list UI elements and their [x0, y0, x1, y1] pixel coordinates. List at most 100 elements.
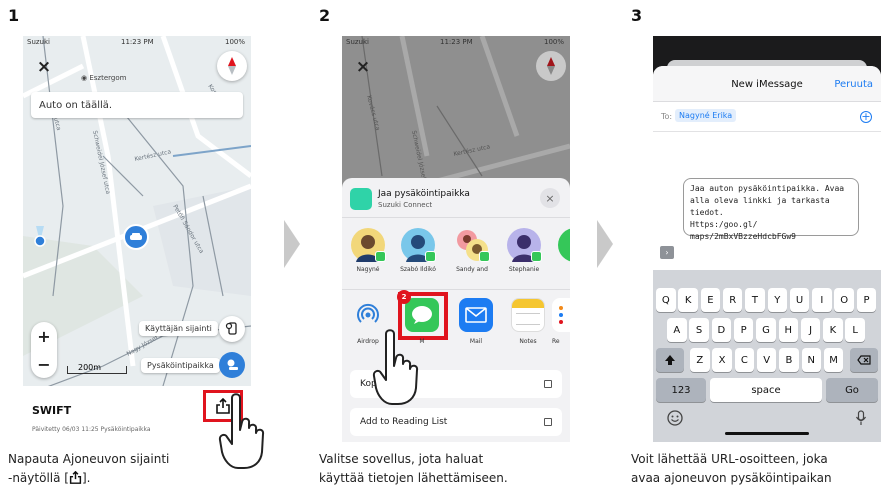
messages-badge-icon: [425, 251, 436, 262]
contact-name: Sandy and: [456, 266, 488, 273]
carrier-label: Suzuki: [27, 38, 50, 46]
numbers-key[interactable]: 123: [656, 378, 706, 402]
close-icon[interactable]: ×: [31, 54, 57, 80]
contact-sandy[interactable]: Sandy and: [452, 228, 492, 273]
message-line: alla oleva linkki ja tarkasta tiedot.: [690, 196, 830, 217]
place-label: Esztergom: [89, 74, 127, 82]
add-to-reading-list-action[interactable]: Add to Reading List: [350, 408, 562, 436]
key-m[interactable]: M: [823, 348, 844, 372]
update-timestamp: Päivitetty 06/03 11:25 Pysäköintipaikka: [32, 426, 151, 433]
message-line: Https:/goo.gl/: [690, 220, 758, 229]
key-v[interactable]: V: [756, 348, 777, 372]
key-b[interactable]: B: [779, 348, 799, 372]
key-s[interactable]: S: [689, 318, 709, 342]
clock: 11:23 PM: [121, 38, 154, 46]
key-z[interactable]: Z: [690, 348, 710, 372]
contact-name: Stephanie: [508, 266, 540, 273]
key-j[interactable]: J: [800, 318, 821, 342]
key-k[interactable]: K: [823, 318, 843, 342]
contact-nagyne[interactable]: Nagyné: [348, 228, 388, 273]
contact-szabo-ildiko[interactable]: Szabó Ildikó: [398, 228, 438, 273]
map-scale: 200m: [67, 363, 127, 374]
key-p[interactable]: P: [733, 318, 754, 342]
step-3-caption: Voit lähettää URL-osoitteen, joka avaa a…: [631, 450, 832, 488]
key-k[interactable]: K: [678, 288, 698, 312]
parking-location-label[interactable]: Pysäköintipaikka: [141, 358, 220, 373]
key-l[interactable]: L: [845, 318, 865, 342]
key-o[interactable]: O: [834, 288, 854, 312]
car-location-icon: [227, 359, 238, 370]
contact-partial[interactable]: [558, 228, 570, 262]
key-p[interactable]: P: [856, 288, 877, 312]
zoom-out-button[interactable]: −: [31, 350, 57, 378]
recipient-row[interactable]: To: Nagyné Erika +: [653, 102, 881, 132]
key-a[interactable]: A: [667, 318, 687, 342]
caption-line: avaa ajoneuvon pysäköintipaikan: [631, 471, 832, 485]
chevron-right-icon: [284, 220, 300, 268]
add-contact-icon[interactable]: +: [860, 111, 872, 123]
app-mail[interactable]: Mail: [456, 298, 496, 345]
message-line: maps/2mBxVBzzeHdcbFGw9: [690, 232, 796, 241]
caption-text: -näytöllä [: [8, 471, 69, 485]
keyboard: QKERTYUIOP ASDPGHJKL ZXCVBNM 123 space G…: [653, 270, 881, 442]
step-number-1: 1: [8, 6, 20, 25]
key-e[interactable]: E: [700, 288, 721, 312]
key-g[interactable]: G: [756, 318, 776, 342]
backspace-key[interactable]: [850, 348, 878, 372]
user-location-label[interactable]: Käyttäjän sijainti: [139, 321, 218, 336]
parking-location-button[interactable]: [219, 352, 245, 378]
zoom-in-button[interactable]: +: [31, 322, 57, 350]
compass-icon[interactable]: [217, 51, 247, 81]
close-icon[interactable]: ×: [540, 188, 560, 208]
key-d[interactable]: D: [711, 318, 732, 342]
contact-stephanie[interactable]: Stephanie: [504, 228, 544, 273]
key-r[interactable]: R: [722, 288, 743, 312]
cancel-button[interactable]: Peruuta: [834, 79, 873, 90]
location-banner: Auto on täällä.: [31, 92, 243, 118]
user-location-icon: [33, 226, 47, 252]
key-q[interactable]: Q: [656, 288, 676, 312]
car-pin-icon[interactable]: [123, 224, 149, 250]
tap-hand-icon: [372, 329, 419, 405]
share-title: Jaa pysäköintipaikka: [378, 189, 470, 199]
shift-key[interactable]: [656, 348, 684, 372]
space-key[interactable]: space: [710, 378, 822, 402]
app-notes[interactable]: Notes: [508, 298, 548, 345]
key-i[interactable]: I: [812, 288, 832, 312]
phone-location-icon: [225, 322, 237, 335]
contact-name: Szabó Ildikó: [400, 266, 436, 273]
key-n[interactable]: N: [801, 348, 822, 372]
emoji-icon[interactable]: [667, 410, 683, 430]
app-name: Re: [552, 338, 560, 345]
close-icon: ×: [355, 57, 371, 77]
microphone-icon[interactable]: [855, 410, 867, 430]
message-bubble-icon: [412, 306, 432, 324]
copy-icon: [544, 380, 552, 388]
reminders-icon: [552, 298, 570, 332]
step-number-3: 3: [631, 6, 643, 25]
status-bar: Suzuki 11:23 PM 100%: [342, 36, 570, 48]
caption-line: käyttää tietojen lähettämiseen.: [319, 471, 508, 485]
zoom-control: + −: [31, 322, 57, 378]
key-u[interactable]: U: [789, 288, 810, 312]
carrier-label: Suzuki: [346, 38, 369, 46]
key-t[interactable]: T: [745, 288, 765, 312]
caption-line: Voit lähettää URL-osoitteen, joka: [631, 452, 828, 466]
my-location-button[interactable]: [219, 316, 245, 342]
vehicle-panel: SWIFT Päivitetty 06/03 11:25 Pysäköintip…: [23, 386, 251, 442]
chevron-right-icon: [597, 220, 613, 268]
go-key[interactable]: Go: [826, 378, 878, 402]
notification-badge: 2: [397, 290, 411, 304]
action-label: Add to Reading List: [360, 417, 448, 427]
key-h[interactable]: H: [778, 318, 799, 342]
message-text-field[interactable]: Jaa auton pysäköintipaikka. Avaa alla ol…: [683, 178, 859, 241]
app-name: Mail: [469, 338, 483, 345]
key-c[interactable]: C: [734, 348, 755, 372]
notes-icon: [511, 298, 545, 332]
app-drawer-toggle-icon[interactable]: ›: [660, 246, 674, 259]
step-1-caption: Napauta Ajoneuvon sijainti -näytöllä [].: [8, 450, 169, 488]
key-x[interactable]: X: [712, 348, 732, 372]
key-y[interactable]: Y: [767, 288, 788, 312]
app-reminders-partial[interactable]: Re: [552, 298, 570, 345]
recipient-chip[interactable]: Nagyné Erika: [675, 109, 737, 122]
